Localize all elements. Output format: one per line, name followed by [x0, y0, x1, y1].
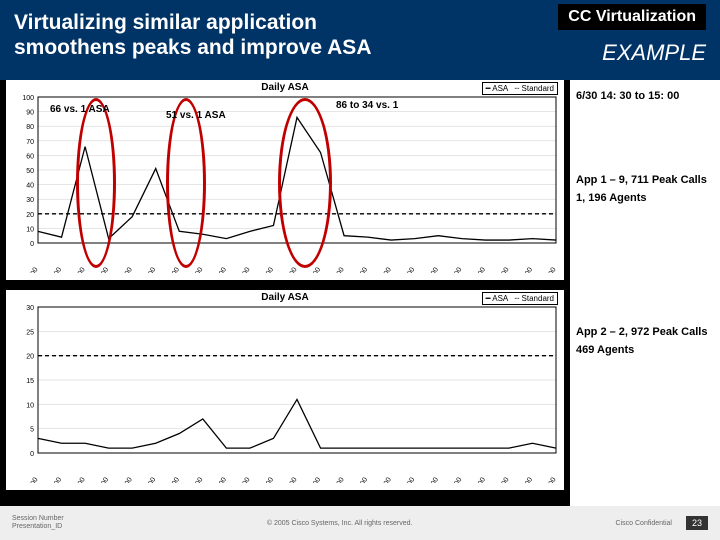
svg-text:17:00: 17:00 [355, 266, 370, 273]
svg-text:15:00: 15:00 [307, 266, 322, 273]
svg-text:9:00: 9:00 [168, 476, 181, 483]
footer-conf: Cisco Confidential [616, 520, 672, 527]
svg-text:23:00: 23:00 [496, 476, 511, 483]
main-area: Daily ASA ━ ASA ┄ Standard 0102030405060… [0, 80, 720, 506]
svg-text:6:00: 6:00 [97, 476, 110, 483]
chart-legend-2: ━ ASA ┄ Standard [482, 292, 558, 305]
svg-text:7:00: 7:00 [121, 266, 134, 273]
svg-text:20:00: 20:00 [425, 266, 440, 273]
svg-text:100: 100 [22, 95, 34, 102]
svg-text:19:00: 19:00 [402, 476, 417, 483]
svg-text:8:00: 8:00 [145, 266, 158, 273]
sidebar: 6/30 14: 30 to 15: 00 App 1 – 9, 711 Pea… [570, 80, 720, 506]
svg-text:30: 30 [26, 197, 34, 204]
svg-text:20:00: 20:00 [425, 476, 440, 483]
svg-text:16:00: 16:00 [331, 476, 346, 483]
sb-time: 6/30 14: 30 to 15: 00 [576, 90, 714, 102]
slide-header: Virtualizing similar application smoothe… [0, 0, 720, 80]
svg-text:13:00: 13:00 [260, 266, 275, 273]
chart-legend-1: ━ ASA ┄ Standard [482, 82, 558, 95]
svg-text:0:00: 0:00 [521, 266, 534, 273]
svg-text:25: 25 [26, 329, 34, 336]
svg-text:0: 0 [30, 451, 34, 458]
svg-text:14:00: 14:00 [284, 476, 299, 483]
anno-66: 66 vs. 1 ASA [50, 104, 110, 115]
slide-title: Virtualizing similar application smoothe… [14, 10, 434, 60]
svg-text:15: 15 [26, 378, 34, 385]
svg-text:50: 50 [26, 168, 34, 175]
svg-text:12:00: 12:00 [237, 266, 252, 273]
chart-top: Daily ASA ━ ASA ┄ Standard 0 10 20 30 40 50 60… [6, 80, 564, 280]
svg-text:6:00: 6:00 [97, 266, 110, 273]
oval-3 [278, 98, 332, 268]
svg-text:21:00: 21:00 [449, 476, 464, 483]
svg-text:22:00: 22:00 [472, 476, 487, 483]
svg-text:0:00: 0:00 [521, 476, 534, 483]
svg-text:21:00: 21:00 [449, 266, 464, 273]
svg-text:10:00: 10:00 [190, 476, 205, 483]
svg-text:1:00: 1:00 [545, 476, 558, 483]
svg-text:15:00: 15:00 [307, 476, 322, 483]
cc-badge: CC Virtualization [558, 4, 706, 30]
svg-text:22:00: 22:00 [472, 266, 487, 273]
footer-left: Session Number Presentation_ID [12, 515, 64, 530]
page-number: 23 [686, 516, 708, 530]
svg-text:5:00: 5:00 [74, 476, 87, 483]
sb-agents2: 469 Agents [576, 344, 714, 356]
chart-svg-2: 0 5 10 15 20 25 30 3:00 4:00 5:00 6:00 7:00 8:00 9:00… [6, 303, 564, 483]
svg-text:10: 10 [26, 402, 34, 409]
svg-text:5:00: 5:00 [74, 266, 87, 273]
svg-text:11:00: 11:00 [214, 476, 229, 483]
svg-text:8:00: 8:00 [145, 476, 158, 483]
svg-text:16:00: 16:00 [331, 266, 346, 273]
oval-1 [76, 98, 116, 268]
anno-51: 51 vs. 1 ASA [166, 110, 226, 121]
svg-text:18:00: 18:00 [378, 266, 393, 273]
chart-bottom: Daily ASA ━ ASA ┄ Standard 0 5 10 15 20 25 30 3… [6, 290, 564, 490]
svg-text:40: 40 [26, 183, 34, 190]
footer-right: Cisco Confidential 23 [616, 516, 708, 530]
svg-text:19:00: 19:00 [402, 266, 417, 273]
svg-text:18:00: 18:00 [378, 476, 393, 483]
sb-agents1: 1, 196 Agents [576, 192, 714, 204]
svg-text:7:00: 7:00 [121, 476, 134, 483]
chart-title-1: Daily ASA [6, 80, 564, 93]
svg-text:12:00: 12:00 [237, 476, 252, 483]
svg-text:30: 30 [26, 305, 34, 312]
svg-text:70: 70 [26, 139, 34, 146]
svg-text:4:00: 4:00 [50, 266, 63, 273]
svg-text:13:00: 13:00 [260, 476, 275, 483]
footer: Session Number Presentation_ID © 2005 Ci… [0, 506, 720, 540]
oval-2 [166, 98, 206, 268]
svg-text:80: 80 [26, 124, 34, 131]
chart-title-2: Daily ASA [6, 290, 564, 303]
charts-column: Daily ASA ━ ASA ┄ Standard 0102030405060… [0, 80, 570, 506]
sb-app1: App 1 – 9, 711 Peak Calls [576, 174, 714, 186]
svg-text:20: 20 [26, 212, 34, 219]
svg-text:3:00: 3:00 [27, 476, 40, 483]
svg-text:17:00: 17:00 [355, 476, 370, 483]
example-label: EXAMPLE [602, 40, 706, 66]
svg-text:90: 90 [26, 110, 34, 117]
footer-copy: © 2005 Cisco Systems, Inc. All rights re… [267, 520, 413, 527]
svg-text:1:00: 1:00 [545, 266, 558, 273]
svg-text:5: 5 [30, 427, 34, 434]
svg-text:9:00: 9:00 [168, 266, 181, 273]
svg-text:11:00: 11:00 [214, 266, 229, 273]
svg-text:23:00: 23:00 [496, 266, 511, 273]
svg-text:4:00: 4:00 [50, 476, 63, 483]
svg-text:20: 20 [26, 354, 34, 361]
sb-app2: App 2 – 2, 972 Peak Calls [576, 326, 714, 338]
svg-text:14:00: 14:00 [284, 266, 299, 273]
svg-text:60: 60 [26, 153, 34, 160]
svg-text:10: 10 [26, 226, 34, 233]
svg-text:3:00: 3:00 [27, 266, 40, 273]
svg-text:10:00: 10:00 [190, 266, 205, 273]
svg-text:0: 0 [30, 241, 34, 248]
anno-86: 86 to 34 vs. 1 [336, 100, 398, 111]
